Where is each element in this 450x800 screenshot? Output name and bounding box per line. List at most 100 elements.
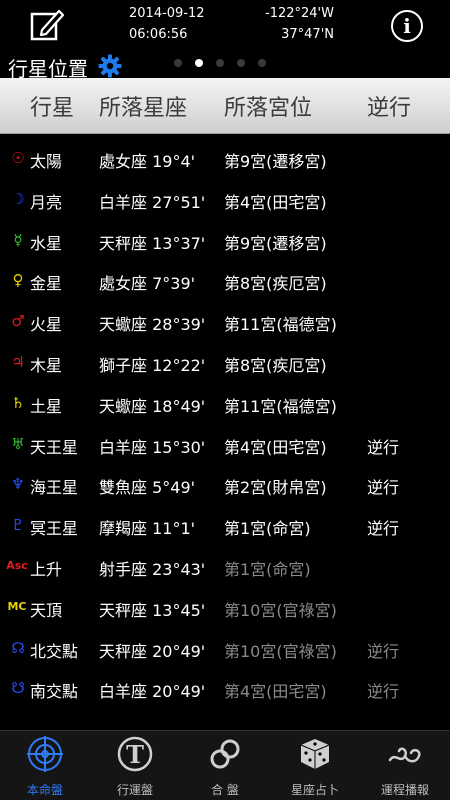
tab-natal-chart[interactable]: 本命盤 xyxy=(0,731,90,800)
date-text: 2014-09-12 xyxy=(129,6,205,21)
page-dot[interactable] xyxy=(174,59,182,67)
gear-icon[interactable] xyxy=(98,54,122,78)
planet-symbol-icon: MC xyxy=(7,599,27,613)
table-row[interactable]: Asc 上升 射手座 23°43' 第1宮(命宮) xyxy=(0,546,450,587)
table-header: 行星 所落星座 所落宮位 逆行 xyxy=(0,78,450,134)
sign-cell: 雙魚座 5°49' xyxy=(99,478,196,498)
planet-symbol-icon: ♄ xyxy=(11,393,25,412)
tab-horoscope[interactable]: 星座占卜 xyxy=(270,731,360,800)
planet-symbol-icon: ♀ xyxy=(12,271,24,290)
table-row[interactable]: ☊ 北交點 天秤座 20°49' 第10宮(官祿宮) 逆行 xyxy=(0,628,450,669)
header-planet: 行星 xyxy=(30,96,75,121)
planet-symbol-icon: ♇ xyxy=(11,516,25,535)
tab-label: 合 盤 xyxy=(211,783,239,797)
table-row[interactable]: ♂ 火星 天蠍座 28°39' 第11宮(福德宮) xyxy=(0,301,450,342)
table-row[interactable]: ♀ 金星 處女座 7°39' 第8宮(疾厄宮) xyxy=(0,260,450,301)
time-text: 06:06:56 xyxy=(129,27,188,42)
header-sign: 所落星座 xyxy=(99,96,188,121)
house-cell: 第10宮(官祿宮) xyxy=(224,600,337,620)
page-indicator[interactable] xyxy=(174,59,266,67)
longitude-text: -122°24'W xyxy=(265,6,334,21)
rings-icon xyxy=(207,736,243,772)
svg-text:T: T xyxy=(126,740,144,769)
house-cell: 第9宮(遷移宮) xyxy=(224,233,327,253)
planet-symbol-icon: ♂ xyxy=(11,312,25,331)
tab-fortune-broadcast[interactable]: 運程播報 xyxy=(360,731,450,800)
house-cell: 第8宮(疾厄宮) xyxy=(224,355,327,375)
table-row[interactable]: MC 天頂 天秤座 13°45' 第10宮(官祿宮) xyxy=(0,587,450,628)
dice-icon xyxy=(297,736,333,772)
page-dot-active[interactable] xyxy=(195,59,203,67)
tab-synastry-chart[interactable]: 合 盤 xyxy=(180,731,270,800)
cloud-swirl-icon xyxy=(387,736,423,772)
table-row[interactable]: ♄ 土星 天蠍座 18°49' 第11宮(福德宮) xyxy=(0,383,450,424)
retrograde-cell: 逆行 xyxy=(367,437,400,457)
house-cell: 第1宮(命宮) xyxy=(224,519,311,539)
planet-symbol-icon: ☉ xyxy=(11,149,25,167)
sign-cell: 天蠍座 28°39' xyxy=(99,315,206,335)
edit-icon[interactable] xyxy=(28,6,66,44)
planet-name: 天王星 xyxy=(30,437,79,457)
table-row[interactable]: ♅ 天王星 白羊座 15°30' 第4宮(田宅宮) 逆行 xyxy=(0,424,450,465)
house-cell: 第8宮(疾厄宮) xyxy=(224,274,327,294)
planet-name: 海王星 xyxy=(30,478,79,498)
house-cell: 第1宮(命宮) xyxy=(224,559,311,579)
table-row[interactable]: ♆ 海王星 雙魚座 5°49' 第2宮(財帛宮) 逆行 xyxy=(0,464,450,505)
tab-label: 本命盤 xyxy=(26,783,63,797)
planet-name: 太陽 xyxy=(30,152,63,171)
planet-symbol-icon: ☊ xyxy=(11,638,25,657)
page-dot[interactable] xyxy=(258,59,266,67)
tab-label: 運程播報 xyxy=(380,783,429,797)
sign-cell: 處女座 19°4' xyxy=(99,152,196,171)
planet-name: 金星 xyxy=(30,274,63,294)
page-dot[interactable] xyxy=(216,59,224,67)
sign-cell: 處女座 7°39' xyxy=(99,274,196,294)
house-cell: 第9宮(遷移宮) xyxy=(224,152,327,171)
retrograde-cell: 逆行 xyxy=(367,682,400,702)
planet-name: 土星 xyxy=(30,396,63,416)
table-row[interactable]: ♇ 冥王星 摩羯座 11°1' 第1宮(命宮) 逆行 xyxy=(0,505,450,546)
retrograde-cell: 逆行 xyxy=(367,519,400,539)
planet-name: 南交點 xyxy=(30,682,79,702)
crosshair-icon xyxy=(27,736,63,772)
table-row[interactable]: ☋ 南交點 白羊座 20°49' 第4宮(田宅宮) 逆行 xyxy=(0,668,450,709)
info-icon[interactable]: i xyxy=(391,10,423,42)
planet-name: 北交點 xyxy=(30,641,79,661)
table-row[interactable]: ☉ 太陽 處女座 19°4' 第9宮(遷移宮) xyxy=(0,138,450,179)
table-row[interactable]: ♃ 木星 獅子座 12°22' 第8宮(疾厄宮) xyxy=(0,342,450,383)
planet-symbol-icon: ☿ xyxy=(13,230,23,249)
sign-cell: 獅子座 12°22' xyxy=(99,355,206,375)
tab-transit-chart[interactable]: T 行運盤 xyxy=(90,731,180,800)
planet-symbol-icon: ☽ xyxy=(11,189,25,208)
retrograde-cell: 逆行 xyxy=(367,641,400,661)
sign-cell: 天蠍座 18°49' xyxy=(99,396,206,416)
sign-cell: 白羊座 27°51' xyxy=(99,192,206,212)
planet-symbol-icon: ☋ xyxy=(11,679,25,698)
sign-cell: 白羊座 20°49' xyxy=(99,682,206,702)
sign-cell: 天秤座 13°45' xyxy=(99,600,206,620)
sign-cell: 天秤座 13°37' xyxy=(99,233,206,253)
top-bar: 2014-09-12 06:06:56 -122°24'W 37°47'N i xyxy=(0,0,450,50)
planet-name: 冥王星 xyxy=(30,519,79,539)
house-cell: 第10宮(官祿宮) xyxy=(224,641,337,661)
planet-symbol-icon: ♆ xyxy=(11,475,25,494)
sign-cell: 白羊座 15°30' xyxy=(99,437,206,457)
table-row[interactable]: ☽ 月亮 白羊座 27°51' 第4宮(田宅宮) xyxy=(0,179,450,220)
table-row[interactable]: ☿ 水星 天秤座 13°37' 第9宮(遷移宮) xyxy=(0,220,450,261)
planet-table: ☉ 太陽 處女座 19°4' 第9宮(遷移宮) ☽ 月亮 白羊座 27°51' 第4宮(田宅宮… xyxy=(0,138,450,709)
planet-name: 月亮 xyxy=(30,192,63,212)
tab-label: 行運盤 xyxy=(116,783,153,797)
tab-bar: 本命盤 T 行運盤 合 盤 星座占卜 運程播報 xyxy=(0,730,450,800)
header-house: 所落宮位 xyxy=(224,96,313,121)
planet-symbol-icon: ♃ xyxy=(11,352,25,371)
page-dot[interactable] xyxy=(237,59,245,67)
planet-symbol-icon: Asc xyxy=(6,558,28,572)
house-cell: 第11宮(福德宮) xyxy=(224,396,337,416)
house-cell: 第4宮(田宅宮) xyxy=(224,437,327,457)
planet-symbol-icon: ♅ xyxy=(11,434,25,453)
planet-name: 水星 xyxy=(30,233,63,253)
tab-label: 星座占卜 xyxy=(290,783,339,797)
planet-name: 上升 xyxy=(30,559,63,579)
house-cell: 第11宮(福德宮) xyxy=(224,315,337,335)
sign-cell: 摩羯座 11°1' xyxy=(99,519,196,539)
